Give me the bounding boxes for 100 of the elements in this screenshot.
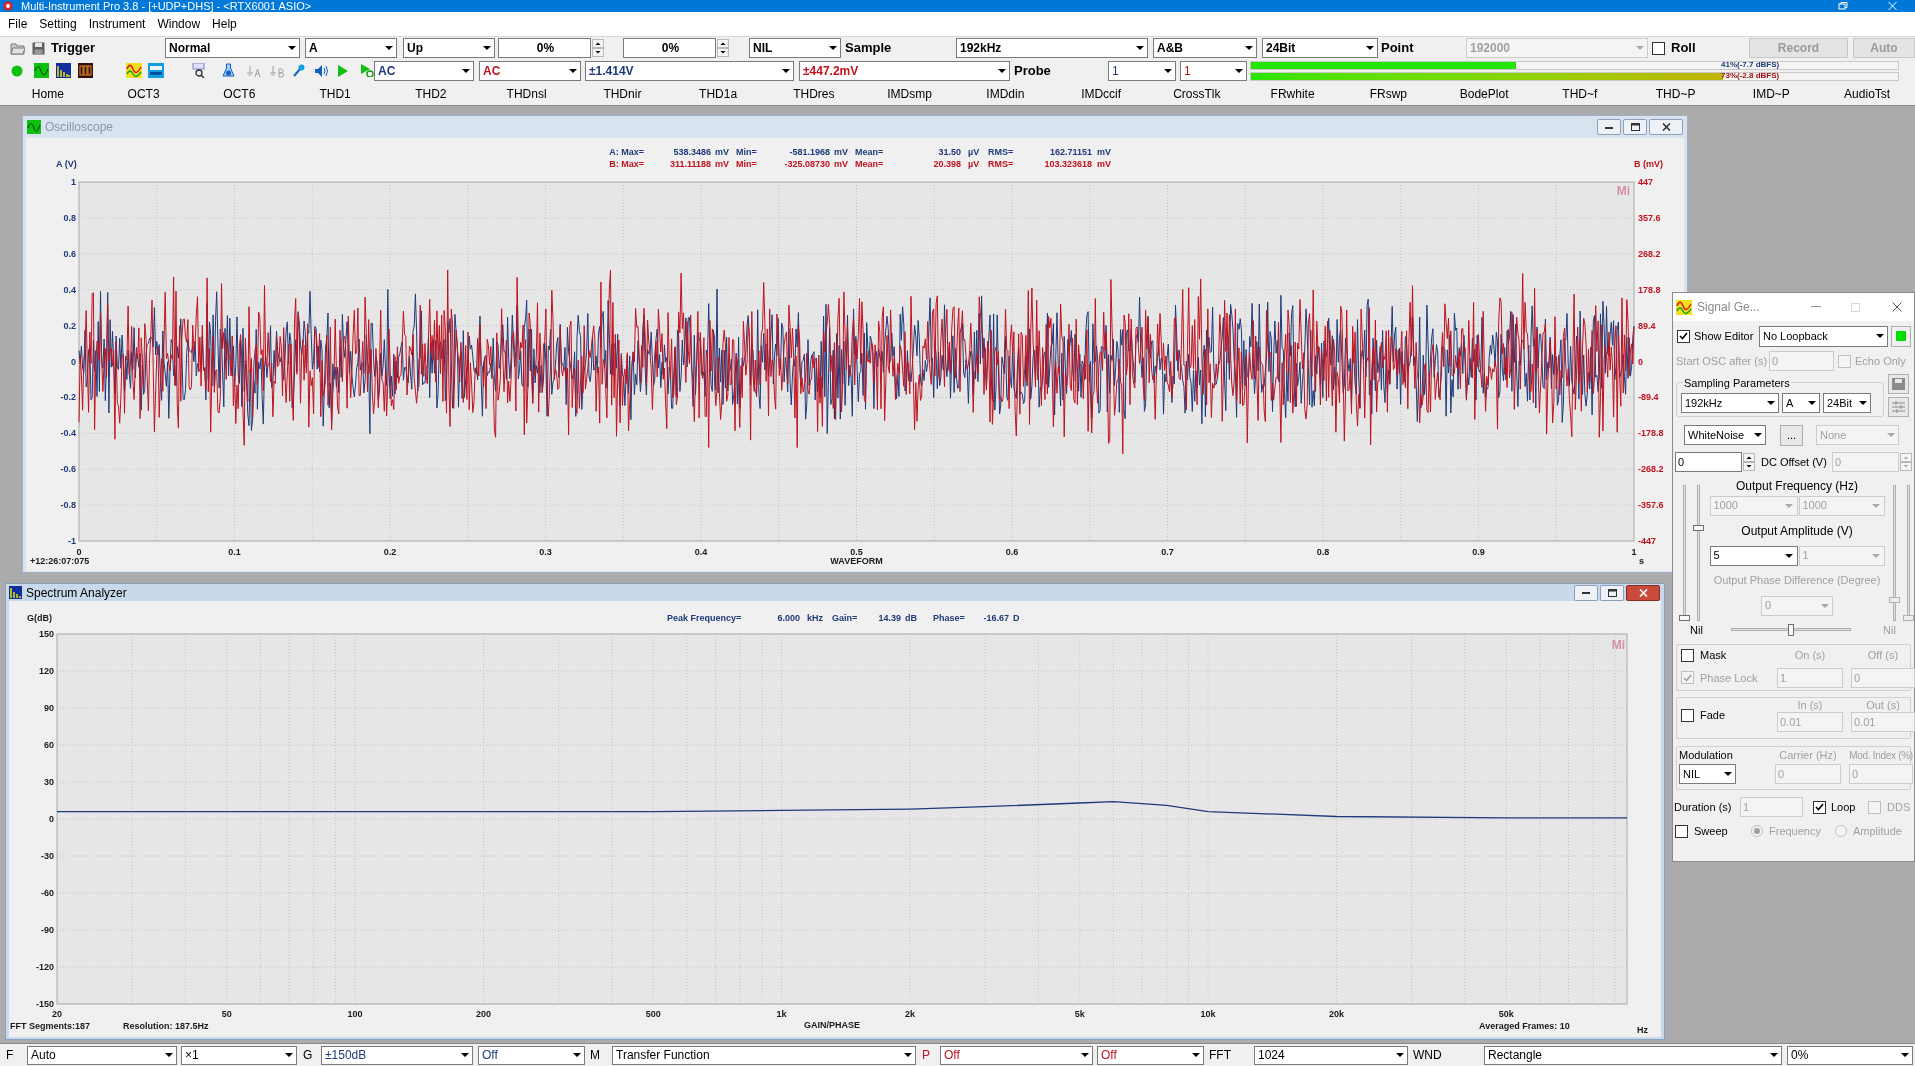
- save-icon[interactable]: [32, 41, 45, 55]
- play-record-icon[interactable]: [360, 64, 374, 77]
- coupling-dropdown[interactable]: AC: [479, 60, 581, 81]
- menu-item[interactable]: Setting: [33, 15, 83, 33]
- overlap-dropdown[interactable]: 0%: [1787, 1045, 1913, 1065]
- checkbox[interactable]: [1813, 800, 1826, 814]
- preset-button[interactable]: THD~f: [1532, 83, 1628, 104]
- zoom-dropdown[interactable]: ×1: [181, 1045, 297, 1065]
- horizontal-slider[interactable]: [1731, 624, 1851, 636]
- meter-icon[interactable]: [78, 63, 93, 78]
- close-button[interactable]: [1649, 119, 1683, 135]
- bit-depth-dropdown[interactable]: 24Bit: [1262, 38, 1378, 58]
- amplitude-dropdown[interactable]: 5: [1709, 545, 1798, 566]
- gain-option-dropdown[interactable]: Off: [478, 1045, 585, 1065]
- preset-button[interactable]: THD2: [383, 83, 479, 104]
- preset-button[interactable]: IMDdin: [957, 83, 1054, 104]
- spin-buttons[interactable]: [592, 39, 604, 57]
- fft-size-dropdown[interactable]: 1024: [1254, 1045, 1408, 1065]
- preset-button[interactable]: BodePlot: [1436, 83, 1532, 104]
- preset-button[interactable]: THD1: [287, 83, 383, 104]
- coupling-dropdown[interactable]: AC: [374, 60, 474, 81]
- channel-dropdown[interactable]: A: [1782, 393, 1820, 414]
- maximize-button[interactable]: [1623, 119, 1647, 135]
- probe-icon[interactable]: [292, 63, 306, 78]
- trigger-mode-dropdown[interactable]: Normal: [165, 38, 300, 58]
- preset-button[interactable]: THDnir: [574, 83, 671, 104]
- preset-button[interactable]: THDnsl: [478, 83, 575, 104]
- frequency-scale-dropdown[interactable]: Auto: [27, 1045, 177, 1065]
- caret-icon: [781, 68, 790, 73]
- slider-thumb[interactable]: [1679, 615, 1690, 621]
- oscilloscope-icon[interactable]: [34, 63, 49, 78]
- folder-icon[interactable]: [10, 41, 25, 55]
- minimize-button[interactable]: [1597, 119, 1621, 135]
- more-button[interactable]: ...: [1780, 424, 1803, 446]
- phase-option-dropdown[interactable]: Off: [1097, 1045, 1204, 1065]
- preset-button[interactable]: AudioTst: [1819, 83, 1915, 104]
- vertical-slider[interactable]: [1693, 485, 1704, 621]
- vertical-slider[interactable]: [1903, 485, 1914, 621]
- magnifier-icon[interactable]: [192, 63, 206, 78]
- spin-buttons[interactable]: [1743, 453, 1755, 471]
- bit-depth-dropdown[interactable]: 24Bit: [1823, 393, 1871, 414]
- sample-rate-dropdown[interactable]: 192kHz: [956, 38, 1148, 58]
- phase-range-dropdown[interactable]: Off: [940, 1045, 1093, 1065]
- trigger-edge-dropdown[interactable]: Up: [403, 38, 495, 58]
- flask-icon[interactable]: [222, 63, 235, 78]
- probe-dropdown[interactable]: 1: [1180, 60, 1247, 81]
- preset-button[interactable]: IMDsmp: [861, 83, 958, 104]
- minimize-button[interactable]: [1574, 584, 1598, 601]
- preset-button[interactable]: OCT6: [191, 83, 288, 104]
- range-dropdown[interactable]: ±1.414V: [585, 60, 794, 81]
- checkbox[interactable]: [1652, 41, 1665, 55]
- preset-button[interactable]: FRswp: [1340, 83, 1437, 104]
- close-icon[interactable]: [1892, 302, 1902, 312]
- trigger-source-dropdown[interactable]: A: [305, 38, 397, 58]
- spectrum-icon[interactable]: [56, 63, 71, 78]
- preset-button[interactable]: THD1a: [670, 83, 766, 104]
- preset-button[interactable]: THDres: [766, 83, 862, 104]
- vertical-slider[interactable]: [1679, 485, 1690, 621]
- preset-button[interactable]: CrossTlk: [1149, 83, 1245, 104]
- tick-label: 0.7: [1161, 547, 1174, 557]
- close-button[interactable]: [1626, 584, 1660, 601]
- menu-item[interactable]: Instrument: [82, 15, 152, 33]
- caret-icon: [903, 1053, 912, 1057]
- checkbox[interactable]: [1677, 329, 1690, 343]
- slider-thumb[interactable]: [1693, 525, 1704, 532]
- loopback-dropdown[interactable]: No Loopback: [1759, 325, 1888, 347]
- trigger-level-field[interactable]: 0%: [498, 38, 591, 58]
- menu-item[interactable]: File: [2, 15, 34, 33]
- vertical-slider[interactable]: [1889, 485, 1900, 621]
- dc-offset-field[interactable]: 0: [1675, 452, 1742, 472]
- preset-button[interactable]: IMD~P: [1723, 83, 1820, 104]
- slider-thumb[interactable]: [1788, 624, 1794, 636]
- speaker-icon[interactable]: [314, 63, 329, 78]
- signal-generator-icon[interactable]: [126, 63, 142, 78]
- window-function-dropdown[interactable]: Rectangle: [1484, 1045, 1782, 1065]
- minimize-icon[interactable]: [1811, 306, 1821, 308]
- menu-item[interactable]: Window: [151, 15, 207, 33]
- device-icon[interactable]: [148, 63, 164, 78]
- range-dropdown[interactable]: ±447.2mV: [799, 60, 1010, 81]
- waveform-dropdown[interactable]: WhiteNoise: [1684, 425, 1766, 445]
- restore-icon[interactable]: [1838, 2, 1848, 10]
- slider-thumb[interactable]: [1889, 596, 1900, 603]
- maximize-button[interactable]: [1600, 584, 1624, 601]
- slider-thumb[interactable]: [1903, 615, 1914, 621]
- gain-range-dropdown[interactable]: ±150dB: [321, 1045, 473, 1065]
- channels-dropdown[interactable]: A&B: [1153, 38, 1257, 58]
- menu-item[interactable]: Help: [206, 15, 243, 33]
- preset-button[interactable]: IMDccif: [1053, 83, 1149, 104]
- trigger-delay-field[interactable]: 0%: [623, 38, 716, 58]
- save-icon[interactable]: [1888, 374, 1909, 394]
- trigger-option-dropdown[interactable]: NIL: [749, 38, 841, 58]
- sample-rate-dropdown[interactable]: 192kHz: [1681, 393, 1779, 414]
- probe-dropdown[interactable]: 1: [1108, 60, 1176, 81]
- spin-buttons[interactable]: [717, 39, 729, 57]
- preset-button[interactable]: FRwhite: [1244, 83, 1341, 104]
- preset-button[interactable]: Home: [0, 83, 96, 104]
- mode-dropdown[interactable]: Transfer Function: [612, 1045, 916, 1065]
- preset-button[interactable]: THD~P: [1627, 83, 1724, 104]
- preset-button[interactable]: OCT3: [95, 83, 192, 104]
- checkbox[interactable]: [1675, 824, 1688, 838]
